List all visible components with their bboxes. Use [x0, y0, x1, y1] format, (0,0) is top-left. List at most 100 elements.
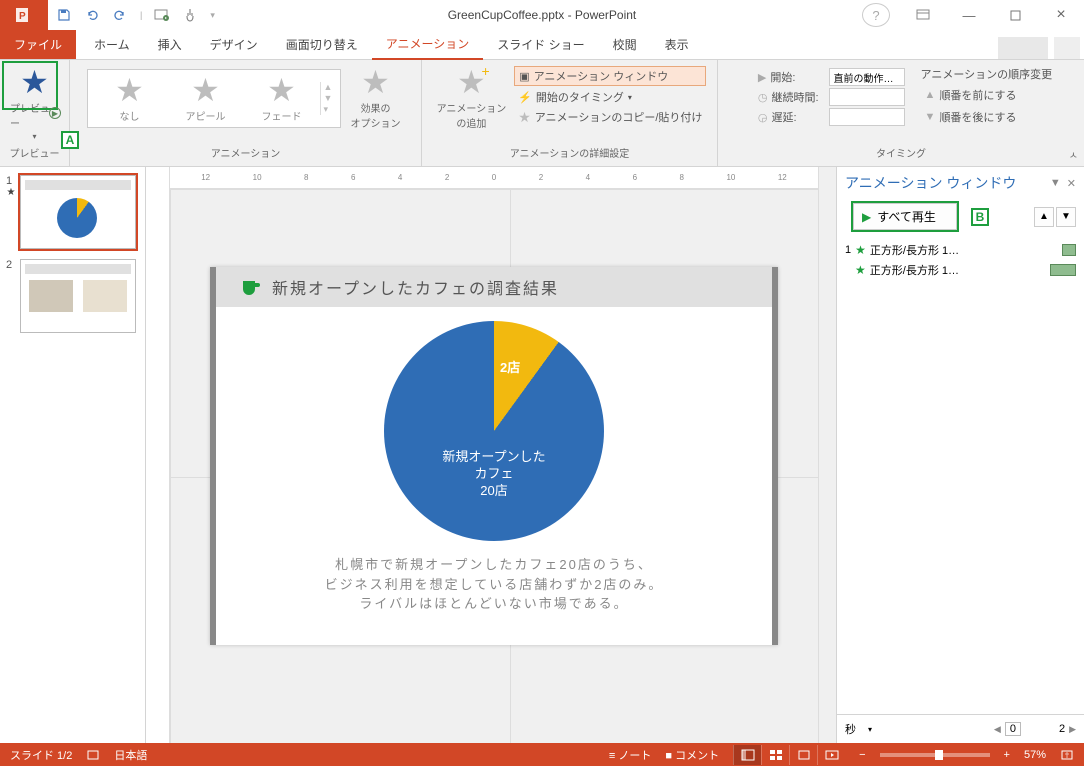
preview-button[interactable]: ★ ▶ プレビュー ▾ A — [6, 64, 63, 143]
tab-home[interactable]: ホーム — [80, 30, 144, 59]
minimize-button[interactable]: — — [946, 0, 992, 30]
maximize-button[interactable] — [992, 0, 1038, 30]
timing-delay-label: ◶遅延: — [754, 108, 823, 126]
tab-animation[interactable]: アニメーション — [372, 29, 484, 60]
comments-button[interactable]: ■ コメント — [665, 747, 719, 763]
animation-painter-button[interactable]: ★アニメーションのコピー/貼り付け — [514, 108, 706, 126]
pane-dropdown-icon[interactable]: ▼ — [1050, 177, 1061, 190]
chevron-down-icon: ▼ — [925, 111, 936, 123]
anim-none[interactable]: ★なし — [92, 74, 168, 123]
avatar[interactable] — [1054, 37, 1080, 59]
chevron-up-icon: ▲ — [925, 89, 936, 101]
thumbnail-1[interactable]: 1 ★ — [6, 175, 139, 249]
group-label-advanced: アニメーションの詳細設定 — [510, 145, 630, 162]
group-advanced: ★+アニメーション の追加 ▣アニメーション ウィンドウ ⚡開始のタイミング▾ … — [422, 60, 718, 166]
undo-icon[interactable] — [84, 7, 100, 23]
zoom-slider[interactable] — [880, 753, 990, 757]
anim-item-2[interactable]: ★ 正方形/長方形 1… — [845, 260, 1076, 280]
view-normal[interactable] — [733, 745, 761, 765]
tab-slideshow[interactable]: スライド ショー — [483, 30, 598, 59]
collapse-ribbon-button[interactable]: ㅅ — [1069, 147, 1078, 162]
scroll-right-icon[interactable]: ▶ — [1069, 724, 1076, 735]
save-icon[interactable] — [56, 7, 72, 23]
touch-mode-icon[interactable] — [182, 7, 198, 23]
spellcheck-icon[interactable] — [86, 748, 100, 762]
tab-file[interactable]: ファイル — [0, 30, 76, 59]
timeline-bar — [1050, 264, 1076, 276]
group-animations: ★なし ★アピール ★フェード ▲▼▾ ★効果の オプション アニメーション — [70, 60, 422, 166]
slide-caption: 札幌市で新規オープンしたカフェ20店のうち、 ビジネス利用を想定している店舗わず… — [216, 555, 772, 614]
user-badge[interactable] — [998, 37, 1048, 59]
timing-duration-label: ◷継続時間: — [754, 88, 823, 106]
animation-list: 1 ★ 正方形/長方形 1… ★ 正方形/長方形 1… — [837, 234, 1084, 286]
timing-duration-input[interactable] — [829, 88, 905, 106]
slide-canvas[interactable]: 新規オープンしたカフェの調査結果 2店 新規オープンしたカフェ20店 札幌市で新… — [210, 267, 778, 645]
zoom-level[interactable]: 57% — [1024, 749, 1046, 761]
timing-start-label: ▶開始: — [754, 68, 823, 86]
zoom-in-button[interactable]: + — [1004, 749, 1010, 761]
timeline-bar — [1062, 244, 1076, 256]
move-up-button[interactable]: ▲ — [1034, 207, 1054, 227]
gallery-expand[interactable]: ▲▼▾ — [320, 82, 336, 115]
play-all-button[interactable]: ▶ すべて再生 — [853, 203, 957, 230]
tab-design[interactable]: デザイン — [196, 30, 272, 59]
slide-editor: 12108642024681012 新規オープンしたカフェの調査結果 2店 新規… — [146, 167, 836, 743]
zoom-out-button[interactable]: − — [859, 749, 865, 761]
slide-count[interactable]: スライド 1/2 — [10, 747, 72, 763]
clock-icon: ◷ — [758, 91, 768, 104]
pane-close-icon[interactable]: ✕ — [1067, 177, 1076, 190]
vertical-ruler — [146, 167, 170, 743]
language[interactable]: 日本語 — [114, 747, 147, 763]
star-icon: ★ — [361, 66, 390, 98]
callout-b: B — [971, 208, 989, 226]
slide-title: 新規オープンしたカフェの調査結果 — [216, 267, 772, 307]
workspace: 1 ★ 2 12108642024681012 — [0, 167, 1084, 743]
group-label-preview: プレビュー — [10, 145, 60, 162]
star-icon: ★ — [115, 74, 144, 106]
close-button[interactable]: × — [1038, 0, 1084, 30]
notes-button[interactable]: ≡ ノート — [609, 747, 651, 763]
start-from-beginning-icon[interactable] — [154, 7, 170, 23]
view-slideshow[interactable] — [817, 745, 845, 765]
tab-insert[interactable]: 挿入 — [144, 30, 196, 59]
status-bar: スライド 1/2 日本語 ≡ ノート ■ コメント − + 57% — [0, 743, 1084, 766]
view-buttons — [733, 745, 845, 765]
view-reading[interactable] — [789, 745, 817, 765]
timing-delay-input[interactable] — [829, 108, 905, 126]
animation-gallery[interactable]: ★なし ★アピール ★フェード ▲▼▾ — [87, 69, 341, 128]
vertical-scrollbar[interactable] — [818, 167, 836, 743]
animation-star-icon: ★ — [7, 187, 16, 198]
move-later-button[interactable]: ▼順番を後にする — [921, 108, 1053, 126]
view-sorter[interactable] — [761, 745, 789, 765]
help-icon[interactable]: ? — [862, 3, 890, 27]
ribbon-options-icon[interactable] — [900, 0, 946, 30]
play-icon: ▶ — [758, 71, 766, 84]
thumbnail-2[interactable]: 2 — [6, 259, 139, 333]
animation-pane: アニメーション ウィンドウ ▼✕ ▶ すべて再生 B ▲ ▼ 1 ★ 正方形/長… — [836, 167, 1084, 743]
window-title: GreenCupCoffee.pptx - PowerPoint — [448, 8, 637, 22]
anim-item-1[interactable]: 1 ★ 正方形/長方形 1… — [845, 240, 1076, 260]
app-icon: P — [0, 0, 48, 30]
redo-icon[interactable] — [112, 7, 128, 23]
anim-appear[interactable]: ★アピール — [168, 74, 244, 123]
star-plus-icon: ★+ — [457, 66, 486, 98]
star-icon: ★ — [855, 243, 866, 257]
timing-start-input[interactable] — [829, 68, 905, 86]
anim-fade[interactable]: ★フェード — [244, 74, 320, 123]
cup-icon — [240, 277, 262, 297]
effect-options-button[interactable]: ★効果の オプション — [347, 64, 405, 132]
pie-slice-small-label: 2店 — [500, 357, 520, 376]
star-icon: ★ — [855, 263, 866, 277]
trigger-button[interactable]: ⚡開始のタイミング▾ — [514, 88, 706, 106]
move-down-button[interactable]: ▼ — [1056, 207, 1076, 227]
tab-transition[interactable]: 画面切り替え — [272, 30, 372, 59]
tab-view[interactable]: 表示 — [651, 30, 703, 59]
add-animation-button[interactable]: ★+アニメーション の追加 — [433, 64, 511, 132]
pie-chart: 2店 新規オープンしたカフェ20店 — [384, 321, 604, 541]
animation-pane-toggle[interactable]: ▣アニメーション ウィンドウ — [514, 66, 706, 86]
scroll-left-icon[interactable]: ◀ — [994, 724, 1001, 735]
group-label-animations: アニメーション — [211, 145, 281, 162]
fit-to-window-button[interactable] — [1060, 749, 1074, 761]
move-earlier-button[interactable]: ▲順番を前にする — [921, 86, 1053, 104]
tab-review[interactable]: 校閲 — [599, 30, 651, 59]
